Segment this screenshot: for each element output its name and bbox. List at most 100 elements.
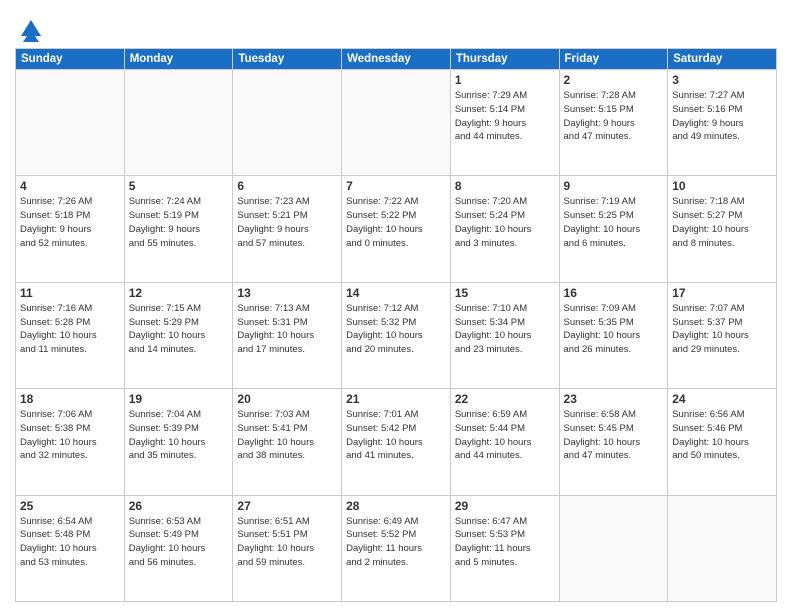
calendar-cell: 29 Sunrise: 6:47 AMSunset: 5:53 PMDayligh… bbox=[450, 495, 559, 601]
day-number: 1 bbox=[455, 73, 555, 87]
day-number: 21 bbox=[346, 392, 446, 406]
day-info: Sunrise: 7:10 AMSunset: 5:34 PMDaylight:… bbox=[455, 302, 555, 357]
calendar-cell: 8 Sunrise: 7:20 AMSunset: 5:24 PMDaylight… bbox=[450, 176, 559, 282]
day-header-tuesday: Tuesday bbox=[233, 49, 342, 70]
day-number: 25 bbox=[20, 499, 120, 513]
calendar-cell: 6Sunrise: 7:23 AMSunset: 5:21 PMDaylight… bbox=[233, 176, 342, 282]
calendar-cell: 10 Sunrise: 7:18 AMSunset: 5:27 PMDayligh… bbox=[668, 176, 777, 282]
calendar-cell: 28 Sunrise: 6:49 AMSunset: 5:52 PMDayligh… bbox=[342, 495, 451, 601]
day-info: Sunrise: 7:28 AMSunset: 5:15 PMDaylight:… bbox=[564, 89, 664, 144]
day-number: 2 bbox=[564, 73, 664, 87]
day-info: Sunrise: 7:15 AMSunset: 5:29 PMDaylight:… bbox=[129, 302, 229, 357]
day-number: 9 bbox=[564, 179, 664, 193]
day-info: Sunrise: 7:13 AMSunset: 5:31 PMDaylight:… bbox=[237, 302, 337, 357]
day-number: 11 bbox=[20, 286, 120, 300]
day-header-sunday: Sunday bbox=[16, 49, 125, 70]
day-number: 26 bbox=[129, 499, 229, 513]
day-number: 5 bbox=[129, 179, 229, 193]
calendar-cell: 16 Sunrise: 7:09 AMSunset: 5:35 PMDayligh… bbox=[559, 282, 668, 388]
day-number: 4 bbox=[20, 179, 120, 193]
calendar-table: SundayMondayTuesdayWednesdayThursdayFrid… bbox=[15, 48, 777, 602]
calendar-cell bbox=[342, 70, 451, 176]
logo-icon bbox=[17, 14, 45, 42]
day-info: Sunrise: 7:19 AMSunset: 5:25 PMDaylight:… bbox=[564, 195, 664, 250]
day-number: 10 bbox=[672, 179, 772, 193]
day-info: Sunrise: 7:27 AMSunset: 5:16 PMDaylight:… bbox=[672, 89, 772, 144]
day-number: 12 bbox=[129, 286, 229, 300]
calendar-header-row: SundayMondayTuesdayWednesdayThursdayFrid… bbox=[16, 49, 777, 70]
week-row-4: 25Sunrise: 6:54 AMSunset: 5:48 PMDayligh… bbox=[16, 495, 777, 601]
day-number: 29 bbox=[455, 499, 555, 513]
calendar-cell: 17 Sunrise: 7:07 AMSunset: 5:37 PMDayligh… bbox=[668, 282, 777, 388]
day-info: Sunrise: 6:51 AMSunset: 5:51 PMDaylight:… bbox=[237, 515, 337, 570]
day-info: Sunrise: 7:29 AMSunset: 5:14 PMDaylight:… bbox=[455, 89, 555, 144]
day-info: Sunrise: 6:53 AMSunset: 5:49 PMDaylight:… bbox=[129, 515, 229, 570]
day-number: 23 bbox=[564, 392, 664, 406]
calendar-cell: 23 Sunrise: 6:58 AMSunset: 5:45 PMDayligh… bbox=[559, 389, 668, 495]
day-info: Sunrise: 6:47 AMSunset: 5:53 PMDaylight:… bbox=[455, 515, 555, 570]
page: SundayMondayTuesdayWednesdayThursdayFrid… bbox=[0, 0, 792, 612]
day-number: 13 bbox=[237, 286, 337, 300]
calendar-body: 1 Sunrise: 7:29 AMSunset: 5:14 PMDaylight… bbox=[16, 70, 777, 602]
day-number: 6 bbox=[237, 179, 337, 193]
day-number: 16 bbox=[564, 286, 664, 300]
day-header-saturday: Saturday bbox=[668, 49, 777, 70]
day-info: Sunrise: 7:09 AMSunset: 5:35 PMDaylight:… bbox=[564, 302, 664, 357]
calendar-cell: 7 Sunrise: 7:22 AMSunset: 5:22 PMDaylight… bbox=[342, 176, 451, 282]
day-info: Sunrise: 7:04 AMSunset: 5:39 PMDaylight:… bbox=[129, 408, 229, 463]
day-info: Sunrise: 7:01 AMSunset: 5:42 PMDaylight:… bbox=[346, 408, 446, 463]
calendar-cell: 14 Sunrise: 7:12 AMSunset: 5:32 PMDayligh… bbox=[342, 282, 451, 388]
day-number: 28 bbox=[346, 499, 446, 513]
day-number: 7 bbox=[346, 179, 446, 193]
calendar-cell: 24Sunrise: 6:56 AMSunset: 5:46 PMDayligh… bbox=[668, 389, 777, 495]
day-number: 27 bbox=[237, 499, 337, 513]
day-info: Sunrise: 7:12 AMSunset: 5:32 PMDaylight:… bbox=[346, 302, 446, 357]
day-info: Sunrise: 6:58 AMSunset: 5:45 PMDaylight:… bbox=[564, 408, 664, 463]
day-info: Sunrise: 7:18 AMSunset: 5:27 PMDaylight:… bbox=[672, 195, 772, 250]
day-info: Sunrise: 7:24 AMSunset: 5:19 PMDaylight:… bbox=[129, 195, 229, 250]
day-number: 19 bbox=[129, 392, 229, 406]
calendar-cell: 9 Sunrise: 7:19 AMSunset: 5:25 PMDaylight… bbox=[559, 176, 668, 282]
day-info: Sunrise: 6:59 AMSunset: 5:44 PMDaylight:… bbox=[455, 408, 555, 463]
day-info: Sunrise: 7:07 AMSunset: 5:37 PMDaylight:… bbox=[672, 302, 772, 357]
logo bbox=[15, 14, 45, 42]
calendar-cell: 22Sunrise: 6:59 AMSunset: 5:44 PMDayligh… bbox=[450, 389, 559, 495]
week-row-1: 4Sunrise: 7:26 AMSunset: 5:18 PMDaylight… bbox=[16, 176, 777, 282]
calendar-cell: 19 Sunrise: 7:04 AMSunset: 5:39 PMDayligh… bbox=[124, 389, 233, 495]
day-number: 14 bbox=[346, 286, 446, 300]
calendar-cell: 25Sunrise: 6:54 AMSunset: 5:48 PMDayligh… bbox=[16, 495, 125, 601]
day-info: Sunrise: 7:20 AMSunset: 5:24 PMDaylight:… bbox=[455, 195, 555, 250]
day-number: 17 bbox=[672, 286, 772, 300]
calendar-cell: 4Sunrise: 7:26 AMSunset: 5:18 PMDaylight… bbox=[16, 176, 125, 282]
calendar-cell bbox=[559, 495, 668, 601]
calendar-cell: 26 Sunrise: 6:53 AMSunset: 5:49 PMDayligh… bbox=[124, 495, 233, 601]
day-info: Sunrise: 7:03 AMSunset: 5:41 PMDaylight:… bbox=[237, 408, 337, 463]
day-number: 20 bbox=[237, 392, 337, 406]
calendar-cell bbox=[16, 70, 125, 176]
calendar-cell: 3 Sunrise: 7:27 AMSunset: 5:16 PMDaylight… bbox=[668, 70, 777, 176]
day-number: 18 bbox=[20, 392, 120, 406]
calendar-cell: 15Sunrise: 7:10 AMSunset: 5:34 PMDayligh… bbox=[450, 282, 559, 388]
week-row-2: 11 Sunrise: 7:16 AMSunset: 5:28 PMDayligh… bbox=[16, 282, 777, 388]
calendar-cell: 11 Sunrise: 7:16 AMSunset: 5:28 PMDayligh… bbox=[16, 282, 125, 388]
calendar-cell: 18Sunrise: 7:06 AMSunset: 5:38 PMDayligh… bbox=[16, 389, 125, 495]
day-header-wednesday: Wednesday bbox=[342, 49, 451, 70]
week-row-0: 1 Sunrise: 7:29 AMSunset: 5:14 PMDaylight… bbox=[16, 70, 777, 176]
calendar-cell: 5 Sunrise: 7:24 AMSunset: 5:19 PMDaylight… bbox=[124, 176, 233, 282]
day-header-thursday: Thursday bbox=[450, 49, 559, 70]
calendar-cell: 21 Sunrise: 7:01 AMSunset: 5:42 PMDayligh… bbox=[342, 389, 451, 495]
day-number: 8 bbox=[455, 179, 555, 193]
day-info: Sunrise: 7:16 AMSunset: 5:28 PMDaylight:… bbox=[20, 302, 120, 357]
day-number: 3 bbox=[672, 73, 772, 87]
calendar-cell: 27 Sunrise: 6:51 AMSunset: 5:51 PMDayligh… bbox=[233, 495, 342, 601]
header bbox=[15, 10, 777, 42]
day-number: 24 bbox=[672, 392, 772, 406]
day-info: Sunrise: 7:22 AMSunset: 5:22 PMDaylight:… bbox=[346, 195, 446, 250]
calendar-cell: 12 Sunrise: 7:15 AMSunset: 5:29 PMDayligh… bbox=[124, 282, 233, 388]
day-info: Sunrise: 6:49 AMSunset: 5:52 PMDaylight:… bbox=[346, 515, 446, 570]
calendar-cell bbox=[668, 495, 777, 601]
week-row-3: 18Sunrise: 7:06 AMSunset: 5:38 PMDayligh… bbox=[16, 389, 777, 495]
calendar-cell bbox=[124, 70, 233, 176]
calendar-cell: 20 Sunrise: 7:03 AMSunset: 5:41 PMDayligh… bbox=[233, 389, 342, 495]
calendar-cell: 1 Sunrise: 7:29 AMSunset: 5:14 PMDaylight… bbox=[450, 70, 559, 176]
